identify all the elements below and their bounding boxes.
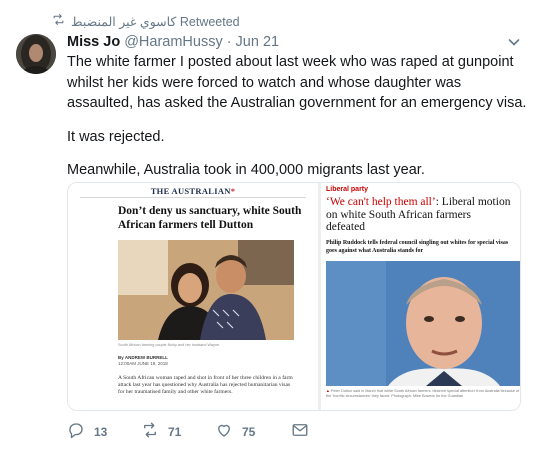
article-summary: A South African woman raped and shot in … (118, 375, 293, 395)
like-count: 75 (242, 424, 256, 439)
article-byline: By ANDREW BURRELL 12:00AM JUNE 19, 2018 (118, 355, 168, 366)
tweet-header: Miss Jo @HaramHussy · Jun 21 (67, 33, 522, 51)
like-button[interactable]: 75 (215, 421, 255, 442)
photo-caption: South African farming couple Nicky and h… (118, 343, 221, 347)
chevron-down-icon[interactable] (508, 36, 520, 48)
tweet-date[interactable]: Jun 21 (236, 34, 280, 50)
couple-photo (118, 240, 294, 340)
tweet-text: The white farmer I posted about last wee… (67, 52, 527, 181)
direct-message-button[interactable] (291, 421, 309, 442)
retweet-count: 71 (168, 424, 182, 439)
article-image-guardian[interactable]: Liberal party ‘We can't help them all’: … (321, 183, 520, 410)
heart-icon (215, 421, 233, 442)
tweet-paragraph: The white farmer I posted about last wee… (67, 54, 527, 111)
avatar[interactable] (16, 34, 56, 74)
retweet-icon (52, 13, 65, 29)
media-attachment[interactable]: THE AUSTRALIAN* Don’t deny us sanctuary,… (67, 182, 521, 411)
article-headline: Don’t deny us sanctuary, white South Afr… (118, 205, 302, 231)
retweet-label: كاسوي غير المنضبط Retweeted (71, 14, 240, 29)
article-image-the-australian[interactable]: THE AUSTRALIAN* Don’t deny us sanctuary,… (68, 183, 318, 410)
tweet-actions: 13 71 75 (67, 421, 527, 441)
separator-dot: · (226, 34, 232, 50)
display-name[interactable]: Miss Jo (67, 34, 120, 50)
article-headline: ‘We can't help them all’: Liberal motion… (326, 196, 511, 233)
reply-icon (67, 421, 85, 442)
politician-photo (326, 261, 520, 386)
article-standfirst: Philip Ruddock tells federal council sin… (326, 240, 509, 254)
the-australian-logo: THE AUSTRALIAN* (150, 186, 236, 196)
reply-count: 13 (94, 424, 108, 439)
retweet-icon (141, 421, 159, 442)
envelope-icon (291, 421, 309, 442)
retweet-context[interactable]: كاسوي غير المنضبط Retweeted (52, 13, 240, 29)
photo-caption: ▲ Peter Dutton said in March that white … (326, 389, 520, 398)
user-handle[interactable]: @HaramHussy (124, 34, 223, 50)
tweet-paragraph: It was rejected. (67, 128, 165, 145)
section-label: Liberal party (326, 186, 369, 193)
retweet-button[interactable]: 71 (141, 421, 181, 442)
divider (80, 197, 306, 198)
reply-button[interactable]: 13 (67, 421, 107, 442)
tweet-paragraph: Meanwhile, Australia took in 400,000 mig… (67, 162, 425, 178)
